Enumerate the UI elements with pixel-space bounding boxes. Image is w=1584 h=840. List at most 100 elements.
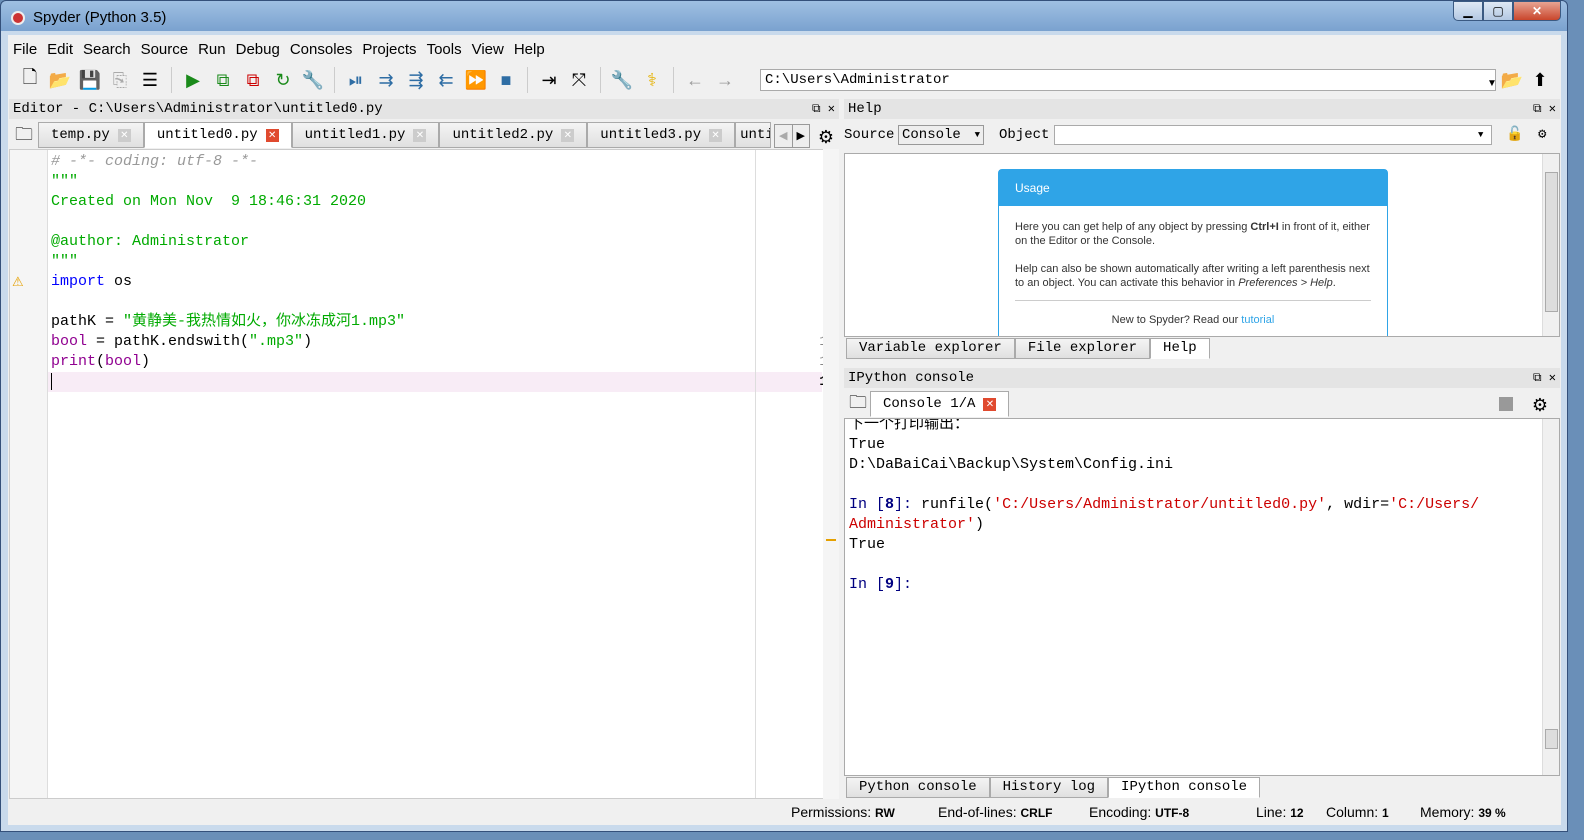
tab-scroll-right-icon[interactable]: ▶: [791, 125, 810, 147]
undock-close-icon[interactable]: ⧉ ✕: [1533, 99, 1556, 119]
tab-untitled2-py[interactable]: untitled2.py ✕: [439, 122, 588, 148]
menu-edit[interactable]: Edit: [42, 39, 78, 61]
eol-status: End-of-lines: CRLF: [938, 804, 1053, 820]
tab-temp-py[interactable]: temp.py ✕: [38, 122, 144, 148]
back-icon[interactable]: ←: [683, 68, 707, 92]
permissions-status: Permissions: RW: [791, 804, 895, 820]
outline-icon[interactable]: ☰: [138, 68, 162, 92]
help-pane-title: Help: [848, 101, 882, 117]
undock-close-icon[interactable]: ⧉ ✕: [812, 99, 835, 119]
debug-icon[interactable]: ⏯: [344, 68, 368, 92]
tab-untitled3-py[interactable]: untitled3.py ✕: [587, 122, 736, 148]
step-return-icon[interactable]: ⇇: [434, 68, 458, 92]
usage-card: Usage Here you can get help of any objec…: [998, 169, 1388, 336]
run-cell-icon[interactable]: ⧉: [211, 68, 235, 92]
usage-text-3: New to Spyder? Read our tutorial: [1111, 314, 1275, 326]
menu-projects[interactable]: Projects: [357, 39, 421, 61]
code-line: print(bool): [51, 353, 151, 370]
save-all-icon[interactable]: ⎘: [108, 68, 132, 92]
browse-tabs-icon[interactable]: 🗀: [12, 124, 36, 149]
help-pane-header: Help ⧉ ✕: [844, 99, 1560, 119]
close-tab-icon[interactable]: ✕: [709, 128, 723, 142]
close-tab-icon[interactable]: ✕: [561, 128, 575, 142]
window-title: Spyder (Python 3.5): [33, 9, 167, 26]
help-scrollbar[interactable]: [1542, 154, 1559, 336]
rerun-icon[interactable]: ↻: [271, 68, 295, 92]
fullscreen-icon[interactable]: ⤧: [567, 68, 591, 92]
new-file-icon[interactable]: 🗋: [18, 67, 42, 92]
preferences-icon[interactable]: 🔧: [610, 68, 634, 92]
gear-icon[interactable]: ⚙: [1538, 123, 1546, 147]
tab-label: untitled3.py: [600, 127, 702, 143]
parent-directory-icon[interactable]: ⬆: [1528, 68, 1552, 92]
continue-icon[interactable]: ⏩: [464, 68, 488, 92]
python-path-icon[interactable]: ⚕: [640, 68, 664, 92]
column-status: Column: 1: [1326, 804, 1389, 820]
browse-folder-icon[interactable]: 📂: [1500, 68, 1524, 92]
run-cell-advance-icon[interactable]: ⧉: [241, 68, 265, 92]
tab-history-log[interactable]: History log: [989, 777, 1109, 798]
menu-file[interactable]: File: [8, 39, 42, 61]
forward-icon[interactable]: →: [713, 68, 737, 92]
tab-python-console[interactable]: Python console: [846, 777, 990, 798]
tab-file-explorer[interactable]: File explorer: [1014, 338, 1151, 359]
step-into-icon[interactable]: ⇶: [404, 68, 428, 92]
tab-label: untitled0.py: [156, 127, 258, 143]
help-viewer: Usage Here you can get help of any objec…: [844, 153, 1560, 337]
lock-icon[interactable]: 🔓: [1506, 123, 1523, 147]
console-line: D:\DaBaiCai\Backup\System\Config.ini: [849, 456, 1174, 473]
menu-run[interactable]: Run: [193, 39, 231, 61]
working-directory-input[interactable]: C:\Users\Administrator: [760, 69, 1496, 91]
open-file-icon[interactable]: 📂: [48, 68, 72, 92]
save-icon[interactable]: 💾: [78, 68, 102, 92]
run-config-icon[interactable]: 🔧: [301, 68, 325, 92]
tab-untitled0-py[interactable]: untitled0.py ✕: [143, 122, 292, 148]
tab-untitled4-py[interactable]: unti: [735, 122, 772, 148]
minimize-button[interactable]: ▁: [1453, 1, 1483, 21]
tab-scroll-left-icon[interactable]: ◀: [775, 125, 792, 147]
menu-consoles[interactable]: Consoles: [285, 39, 358, 61]
tab-variable-explorer[interactable]: Variable explorer: [846, 338, 1015, 359]
menu-help[interactable]: Help: [509, 39, 550, 61]
maximize-button[interactable]: ▢: [1483, 1, 1513, 21]
tab-console-1a[interactable]: Console 1/A ✕: [870, 391, 1010, 417]
tutorial-link[interactable]: tutorial: [1241, 314, 1274, 326]
menu-search[interactable]: Search: [78, 39, 136, 61]
maximize-pane-icon[interactable]: ⇥: [537, 68, 561, 92]
console-scrollbar[interactable]: [1542, 419, 1559, 775]
close-button[interactable]: ✕: [1513, 1, 1561, 21]
editor-tabs: temp.py ✕ untitled0.py ✕ untitled1.py ✕ unt…: [38, 122, 772, 148]
chevron-down-icon[interactable]: ▼: [1478, 123, 1483, 147]
menu-debug[interactable]: Debug: [231, 39, 285, 61]
code-line: import os: [51, 273, 133, 290]
undock-close-icon[interactable]: ⧉ ✕: [1533, 368, 1556, 388]
code-editor[interactable]: # -*- coding: utf-8 -*- """ Created on Mon…: [9, 149, 839, 799]
tab-help[interactable]: Help: [1150, 338, 1210, 359]
run-icon[interactable]: ▶: [181, 68, 205, 92]
stop-icon[interactable]: ■: [494, 68, 518, 92]
help-pane-tabs: Variable explorer File explorer Help: [846, 338, 1210, 359]
close-tab-icon[interactable]: ✕: [265, 128, 279, 142]
ipython-console-output[interactable]: 下一个打印输出： True D:\DaBaiCai\Backup\System\…: [844, 418, 1560, 776]
tab-label: untitled1.py: [304, 127, 406, 143]
editor-scrollbar[interactable]: [823, 149, 839, 799]
source-select[interactable]: Console ▼: [898, 125, 984, 145]
menu-source[interactable]: Source: [136, 39, 194, 61]
title-bar: Spyder (Python 3.5) ▁ ▢ ✕: [1, 1, 1567, 33]
memory-status: Memory: 39 %: [1420, 804, 1506, 820]
tab-ipython-console[interactable]: IPython console: [1108, 777, 1261, 798]
menu-view[interactable]: View: [467, 39, 509, 61]
menu-tools[interactable]: Tools: [422, 39, 467, 61]
gear-icon[interactable]: ⚙: [1528, 393, 1552, 417]
close-tab-icon[interactable]: ✕: [983, 397, 997, 411]
line-number-gutter: [10, 150, 48, 798]
tab-untitled1-py[interactable]: untitled1.py ✕: [291, 122, 440, 148]
close-tab-icon[interactable]: ✕: [117, 128, 131, 142]
console-line: Administrator'): [849, 516, 985, 533]
step-icon[interactable]: ⇉: [374, 68, 398, 92]
browse-tabs-icon[interactable]: 🗀: [846, 392, 870, 417]
interrupt-kernel-icon[interactable]: [1499, 397, 1513, 411]
close-tab-icon[interactable]: ✕: [413, 128, 427, 142]
object-input[interactable]: [1054, 125, 1492, 145]
gear-icon[interactable]: ⚙: [814, 125, 838, 149]
